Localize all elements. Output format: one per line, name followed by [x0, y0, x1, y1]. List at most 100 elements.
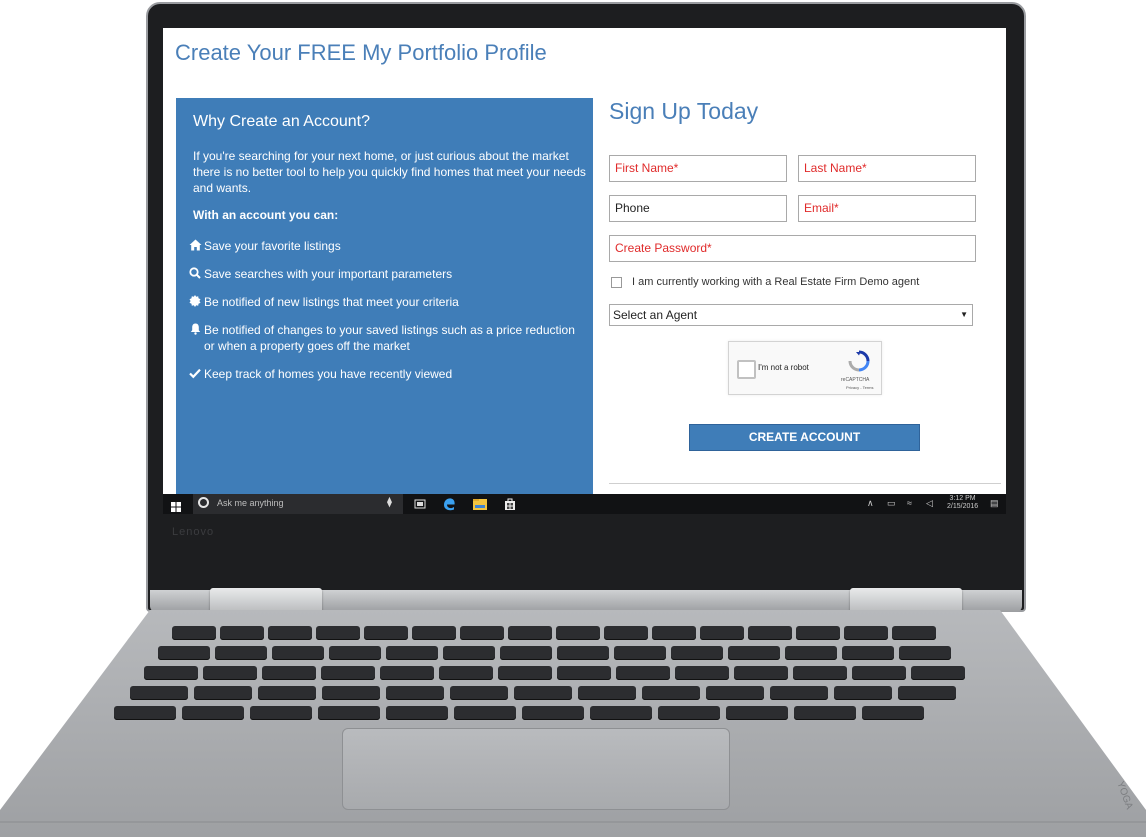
keyboard-key [321, 666, 375, 680]
keyboard-key [250, 706, 312, 720]
recaptcha-terms[interactable]: Privacy - Terms [846, 385, 873, 390]
keyboard-key [172, 626, 216, 640]
keyboard-key [514, 686, 572, 700]
keyboard-key [460, 626, 504, 640]
keyboard-key [726, 706, 788, 720]
screen: Create Your FREE My Portfolio Profile Wh… [163, 28, 1006, 514]
keyboard-key [364, 626, 408, 640]
agent-checkbox-row[interactable]: I am currently working with a Real Estat… [611, 276, 919, 288]
taskbar-search-placeholder: Ask me anything [217, 498, 284, 508]
keyboard-key [386, 706, 448, 720]
clock-time: 3:12 PM [949, 495, 976, 502]
why-create-account-panel: Why Create an Account? If you're searchi… [176, 98, 593, 494]
keyboard-key [556, 626, 600, 640]
keyboard-key [842, 646, 894, 660]
keyboard-key [557, 646, 609, 660]
keyboard-key [652, 626, 696, 640]
chevron-down-icon: ▼ [960, 310, 968, 319]
recaptcha-widget[interactable]: I'm not a robot reCAPTCHA Privacy - Term… [728, 341, 882, 395]
keyboard-key [203, 666, 257, 680]
info-subheading: With an account you can: [193, 208, 339, 222]
chevron-up-icon[interactable]: ∧ [867, 498, 874, 509]
home-icon [186, 238, 204, 254]
keyboard-key [322, 686, 380, 700]
benefit-item: Save your favorite listings [186, 238, 586, 254]
keyboard-key [316, 626, 360, 640]
create-account-button[interactable]: CREATE ACCOUNT [689, 424, 920, 451]
edge-browser-icon[interactable] [441, 496, 457, 512]
keyboard-key [706, 686, 764, 700]
keyboard-key [182, 706, 244, 720]
keyboard-key [793, 666, 847, 680]
wifi-icon[interactable]: ≈ [907, 498, 912, 508]
battery-icon[interactable]: ▭ [887, 498, 896, 509]
keyboard-key [898, 686, 956, 700]
keyboard-key [380, 666, 434, 680]
recaptcha-icon [848, 350, 870, 377]
page-title: Create Your FREE My Portfolio Profile [175, 40, 547, 65]
keyboard-key [578, 686, 636, 700]
phone-field[interactable]: Phone [609, 195, 787, 222]
check-icon [186, 366, 204, 382]
keyboard-key [318, 706, 380, 720]
agent-select[interactable]: Select an Agent ▼ [609, 304, 973, 326]
agent-select-value: Select an Agent [613, 308, 698, 322]
agent-checkbox[interactable] [611, 276, 622, 288]
keyboard-key [892, 626, 936, 640]
info-intro: If you're searching for your next home, … [193, 149, 586, 195]
windows-taskbar: Ask me anything ⧫ ∧ ▭ ≈ ◁ 3:12 PM 2/15/2… [163, 494, 1006, 514]
windows-start-icon[interactable] [171, 499, 181, 512]
task-view-icon[interactable] [412, 496, 428, 512]
taskbar-search-box[interactable]: Ask me anything ⧫ [193, 494, 403, 514]
notifications-icon[interactable]: ▤ [990, 498, 999, 509]
keyboard-key [220, 626, 264, 640]
keyboard-key [770, 686, 828, 700]
store-icon[interactable] [502, 496, 518, 512]
recaptcha-brand: reCAPTCHA [841, 377, 870, 383]
keyboard-key [450, 686, 508, 700]
keyboard-key [728, 646, 780, 660]
keyboard-key [834, 686, 892, 700]
clock-date: 2/15/2016 [947, 503, 979, 510]
keyboard-key [911, 666, 965, 680]
first-name-field[interactable]: First Name* [609, 155, 787, 182]
keyboard-key [412, 626, 456, 640]
benefit-item: Save searches with your important parame… [186, 266, 586, 282]
taskbar-clock[interactable]: 3:12 PM 2/15/2016 [947, 495, 978, 511]
volume-icon[interactable]: ◁ [926, 498, 933, 509]
keyboard-key [272, 646, 324, 660]
keyboard-key [500, 646, 552, 660]
keyboard-key [748, 626, 792, 640]
password-field[interactable]: Create Password* [609, 235, 976, 262]
keyboard-key [642, 686, 700, 700]
keyboard-key [794, 706, 856, 720]
keyboard-key [675, 666, 729, 680]
file-explorer-icon[interactable] [472, 496, 488, 512]
last-name-field[interactable]: Last Name* [798, 155, 976, 182]
keyboard-key [144, 666, 198, 680]
benefit-text: Be notified of changes to your saved lis… [204, 323, 575, 353]
email-field[interactable]: Email* [798, 195, 976, 222]
signup-title: Sign Up Today [609, 98, 759, 124]
keyboard-key [194, 686, 252, 700]
keyboard-key [785, 646, 837, 660]
touchpad[interactable] [342, 728, 730, 810]
keyboard-key [899, 646, 951, 660]
keyboard-key [439, 666, 493, 680]
keyboard-key [557, 666, 611, 680]
recaptcha-checkbox[interactable] [737, 360, 756, 379]
keyboard-key [268, 626, 312, 640]
microphone-icon[interactable]: ⧫ [387, 497, 392, 508]
keyboard-key [508, 626, 552, 640]
benefit-text: Save searches with your important parame… [204, 267, 453, 281]
benefit-text: Save your favorite listings [204, 239, 341, 253]
keyboard-key [862, 706, 924, 720]
keyboard-key [329, 646, 381, 660]
keyboard-key [258, 686, 316, 700]
keyboard-key [262, 666, 316, 680]
laptop-brand-logo: Lenovo [172, 526, 215, 538]
benefit-text: Keep track of homes you have recently vi… [204, 367, 453, 381]
keyboard-key [614, 646, 666, 660]
keyboard-key [852, 666, 906, 680]
keyboard-key [454, 706, 516, 720]
